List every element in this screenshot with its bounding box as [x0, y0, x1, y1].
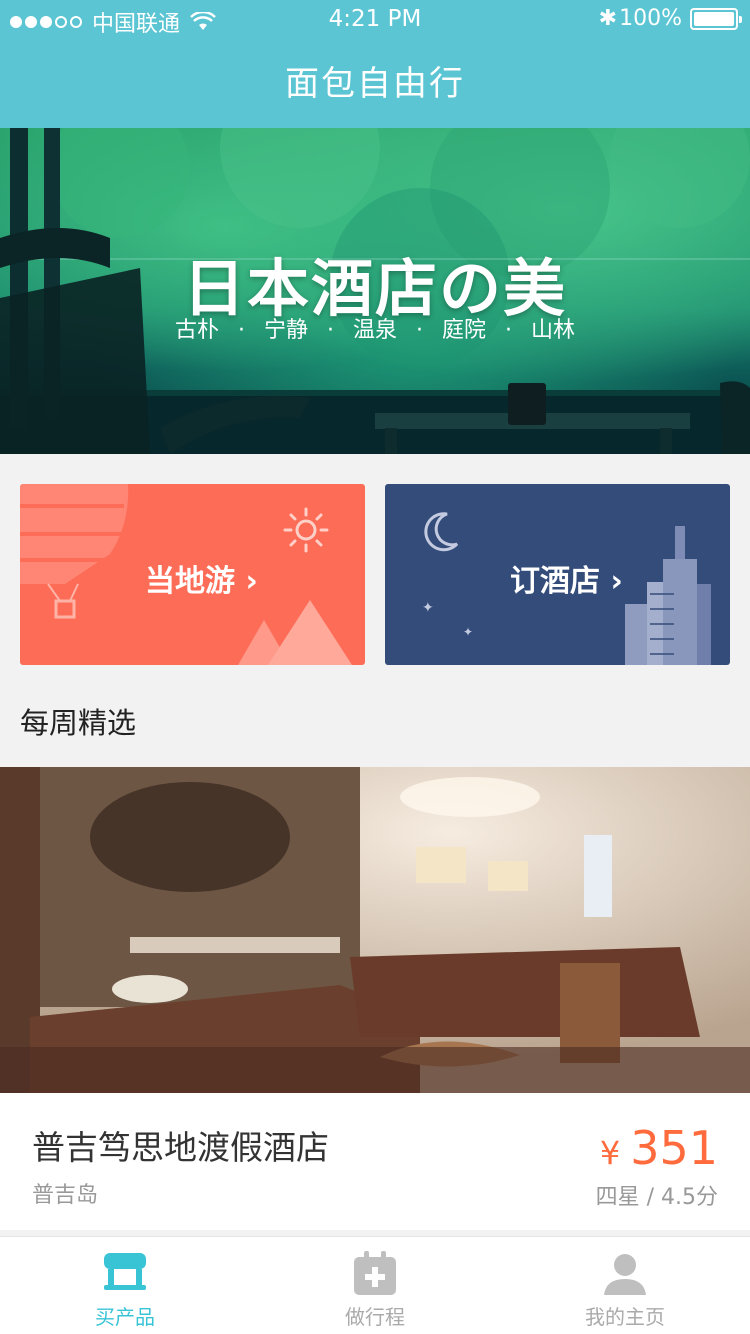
user-icon — [604, 1254, 646, 1295]
page-title: 面包自由行 — [285, 64, 465, 104]
banner-tags: 古朴 · 宁静 · 温泉 · 庭院 · 山林 — [0, 312, 750, 344]
hero-banner[interactable]: 日本酒店の美 古朴 · 宁静 · 温泉 · 庭院 · 山林 — [0, 128, 750, 454]
bluetooth-icon: ✱ — [598, 6, 618, 31]
shop-icon — [104, 1253, 146, 1290]
hotel-name: 普吉笃思地渡假酒店 — [32, 1128, 329, 1167]
tab-my-profile[interactable]: 我的主页 — [500, 1237, 750, 1334]
svg-text:✦: ✦ — [422, 600, 434, 616]
book-hotel-card[interactable]: ✦ ✦ 订酒店 › — [385, 484, 730, 665]
banner-tag: 山林 — [531, 318, 576, 343]
calendar-add-icon — [354, 1251, 396, 1295]
banner-tag-separator: · — [505, 318, 513, 343]
hotel-location: 普吉岛 — [32, 1183, 99, 1208]
local-tour-label: 当地游 › — [145, 564, 258, 599]
banner-tag: 温泉 — [352, 318, 397, 343]
banner-tag-separator: · — [326, 318, 334, 343]
local-tour-card[interactable]: 当地游 › — [20, 484, 365, 665]
status-bar: 中国联通 4:21 PM ✱ 100% — [0, 0, 750, 40]
battery-percent: 100% — [619, 6, 682, 31]
tab-bar: 买产品 做行程 我的主页 — [0, 1236, 750, 1334]
status-right: ✱ 100% — [598, 6, 742, 31]
currency-symbol: ¥ — [599, 1134, 621, 1172]
hotel-rating: 四星 / 4.5分 — [595, 1185, 718, 1210]
hotel-price: ¥ 351 — [600, 1121, 718, 1175]
price-value: 351 — [630, 1121, 718, 1175]
moon-icon — [424, 512, 459, 552]
banner-tag-separator: · — [237, 318, 245, 343]
nav-bar: 面包自由行 — [0, 40, 750, 128]
featured-hotel-photo[interactable] — [0, 767, 750, 1093]
tab-plan-itinerary[interactable]: 做行程 — [250, 1237, 500, 1334]
spa-room-illustration — [0, 767, 750, 1093]
tab-label: 买产品 — [95, 1305, 155, 1329]
banner-tag: 宁静 — [263, 318, 308, 343]
featured-hotel-info[interactable]: 普吉笃思地渡假酒店 普吉岛 ¥ 351 四星 / 4.5分 — [0, 1093, 750, 1230]
book-hotel-label: 订酒店 › — [510, 564, 623, 599]
tab-buy-products[interactable]: 买产品 — [0, 1237, 250, 1334]
svg-text:✦: ✦ — [463, 625, 473, 639]
banner-tag-separator: · — [416, 318, 423, 343]
section-title: 每周精选 — [20, 706, 137, 740]
battery-icon — [690, 7, 742, 30]
banner-tag: 庭院 — [442, 318, 487, 343]
tab-label: 做行程 — [345, 1305, 405, 1329]
tab-label: 我的主页 — [585, 1305, 665, 1329]
sun-icon — [283, 507, 329, 553]
banner-tag: 古朴 — [174, 318, 219, 343]
